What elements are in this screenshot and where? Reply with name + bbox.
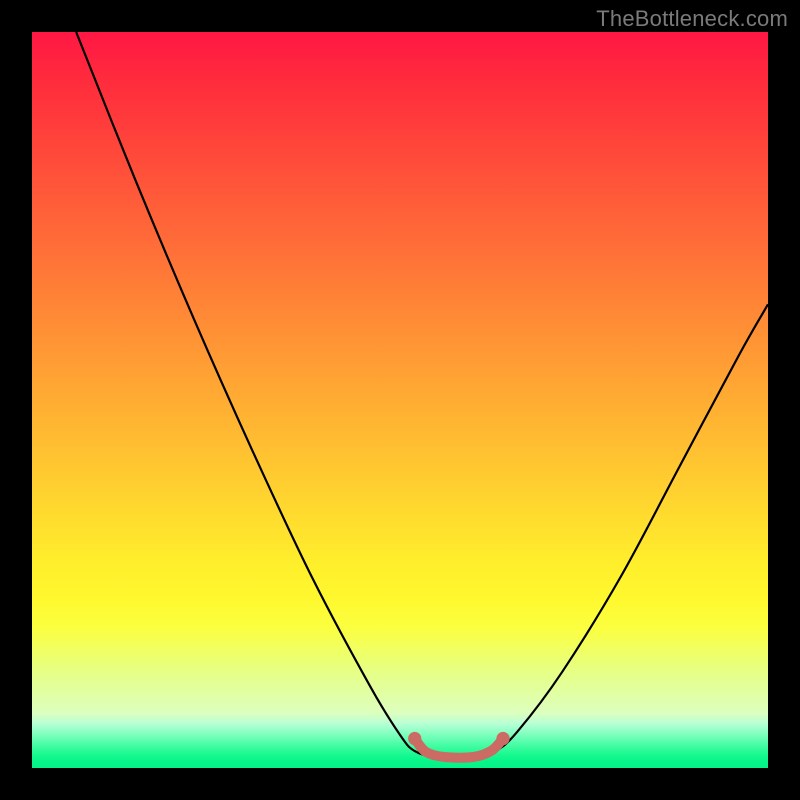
valley-dot-left — [408, 732, 421, 745]
plot-area — [32, 32, 768, 768]
valley-dot-right — [496, 732, 509, 745]
curve-svg — [32, 32, 768, 768]
bottleneck-curve — [76, 32, 768, 758]
watermark-text: TheBottleneck.com — [596, 6, 788, 32]
valley-highlight — [415, 739, 503, 758]
chart-frame: TheBottleneck.com — [0, 0, 800, 800]
